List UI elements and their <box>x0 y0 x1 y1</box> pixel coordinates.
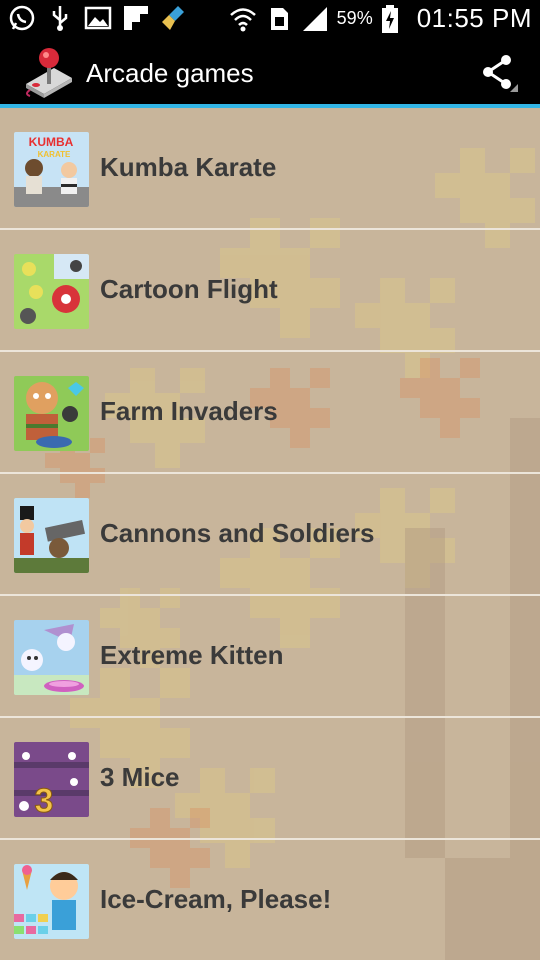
game-title: Extreme Kitten <box>100 640 284 670</box>
game-title: Ice-Cream, Please! <box>100 884 332 914</box>
list-item[interactable]: Cannons and Soldiers <box>0 474 540 596</box>
clock: 01:55 PM <box>416 3 532 33</box>
list-item[interactable]: 3 3 Mice <box>0 718 540 840</box>
flipboard-icon <box>122 4 150 32</box>
game-thumbnail <box>14 376 89 451</box>
action-bar: Arcade games <box>0 38 540 108</box>
gallery-icon <box>84 4 112 32</box>
signal-icon <box>301 5 329 33</box>
svg-text:KARATE: KARATE <box>38 150 71 159</box>
game-title: Cannons and Soldiers <box>100 518 375 548</box>
game-list: KUMBA KARATE Kumba Karate Cartoon Flight… <box>0 108 540 960</box>
game-thumbnail <box>14 620 89 695</box>
sim-icon <box>265 5 293 33</box>
list-item[interactable]: Cartoon Flight <box>0 230 540 352</box>
svg-text:KUMBA: KUMBA <box>29 135 74 149</box>
joystick-icon[interactable] <box>22 44 76 98</box>
share-icon[interactable] <box>478 52 518 92</box>
game-title: Kumba Karate <box>100 152 277 182</box>
svg-text:3: 3 <box>35 782 54 817</box>
wifi-icon <box>229 5 257 33</box>
list-item[interactable]: Extreme Kitten <box>0 596 540 718</box>
list-item[interactable]: KUMBA KARATE Kumba Karate <box>0 108 540 230</box>
game-thumbnail <box>14 254 89 329</box>
status-bar: 59% 01:55 PM <box>0 0 540 38</box>
whatsapp-icon <box>8 4 36 32</box>
game-title: Farm Invaders <box>100 396 278 426</box>
game-thumbnail: 3 <box>14 742 89 817</box>
game-list-area[interactable]: KUMBA KARATE Kumba Karate Cartoon Flight… <box>0 108 540 960</box>
game-title: 3 Mice <box>100 762 180 792</box>
app-title: Arcade games <box>86 58 254 88</box>
cleaner-icon <box>160 4 188 32</box>
game-thumbnail: KUMBA KARATE <box>14 132 89 207</box>
usb-icon <box>46 4 74 32</box>
list-item[interactable]: Ice-Cream, Please! <box>0 840 540 960</box>
game-thumbnail <box>14 498 89 573</box>
notification-icons <box>8 4 188 32</box>
game-title: Cartoon Flight <box>100 274 278 304</box>
list-item[interactable]: Farm Invaders <box>0 352 540 474</box>
system-indicators: 59% 01:55 PM <box>229 3 532 34</box>
game-thumbnail <box>14 864 89 939</box>
battery-icon <box>381 4 409 33</box>
battery-percent: 59% <box>336 8 373 28</box>
